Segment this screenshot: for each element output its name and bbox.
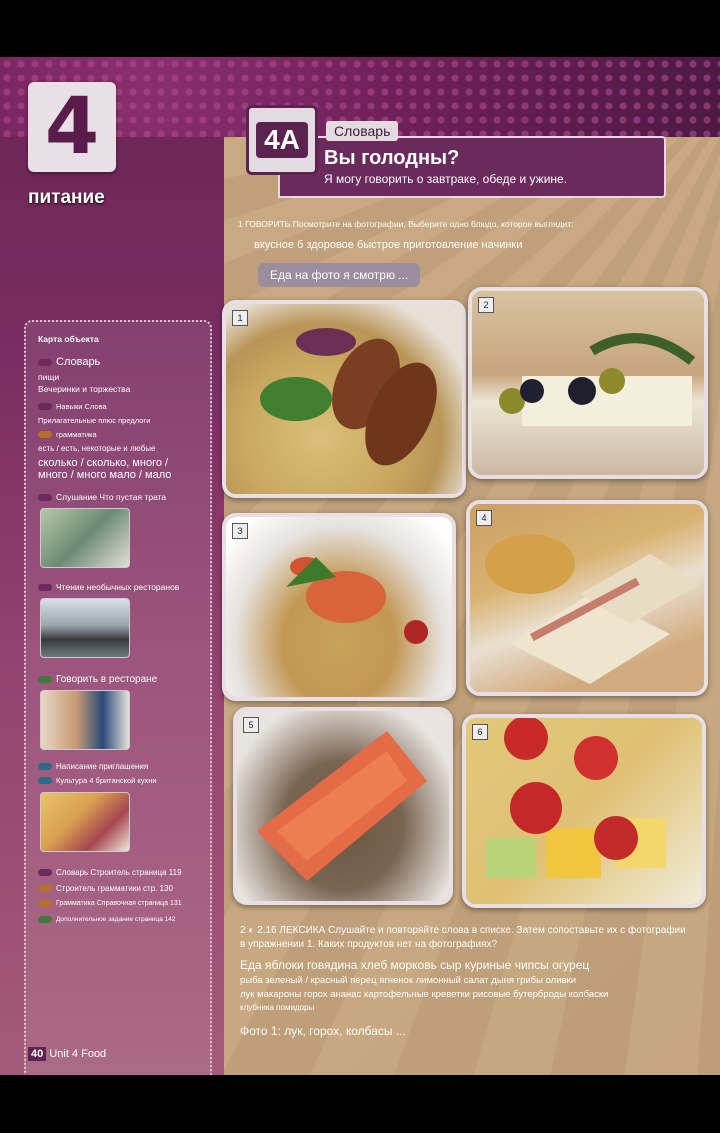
sidebar-item: сколько / сколько, много / много / много…: [38, 457, 172, 481]
unit-name: питание: [28, 187, 105, 208]
photo-number: 2: [478, 297, 494, 313]
bullet-icon: [38, 676, 52, 683]
sidebar-item: Написание приглашения: [38, 762, 148, 771]
sidebar-item: есть / есть, некоторые и любые: [38, 444, 156, 453]
photo-number: 4: [476, 510, 492, 526]
exercise2: 2 ◐ 2.16 ЛЕКСИКА Слушайте и повторяйте с…: [240, 924, 690, 1038]
thumbnail-kitchen: [40, 508, 130, 568]
exercise2-answer: Фото 1: лук, горох, колбасы ...: [240, 1024, 406, 1038]
photo-3: 3: [222, 513, 456, 701]
fruit-salad-image: [466, 718, 702, 904]
vocabulary-line: лук макароны горох ананас картофельные к…: [240, 989, 609, 1000]
speech-bubble: Еда на фото я смотрю ...: [258, 263, 421, 287]
bullet-icon: [38, 777, 52, 784]
sidebar-item-label: грамматика: [56, 430, 97, 439]
page-number: 40: [28, 1047, 47, 1061]
sidebar-item-label: Словарь Строитель страница 119: [56, 868, 182, 877]
sidebar-title: Карта объекта: [38, 334, 99, 344]
unit-map-sidebar: Карта объекта Словарь пищи Вечеринки и т…: [24, 320, 212, 1075]
lesson-code: 4A: [256, 122, 308, 158]
sausage-peas-image: [226, 304, 462, 494]
sandwich-icon: [485, 534, 700, 684]
photo-number: 5: [243, 717, 259, 733]
bullet-icon: [38, 431, 52, 438]
photo-1: 1: [222, 300, 466, 498]
bullet-icon: [38, 403, 52, 410]
sidebar-item: пищи: [38, 372, 60, 382]
sidebar-item: Говорить в ресторане: [38, 674, 157, 685]
bullet-icon: [38, 763, 52, 770]
sandwich-chips-image: [470, 504, 704, 692]
sidebar-item-label: Написание приглашения: [56, 762, 149, 771]
sidebar-item: Грамматика Справочная страница 131: [38, 900, 182, 907]
vocabulary-line: Еда яблоки говядина хлеб морковь сыр кур…: [240, 958, 590, 972]
photo-2: 2: [468, 287, 708, 479]
bullet-icon: [38, 358, 52, 366]
sidebar-item: Навыки Слова: [38, 402, 107, 411]
thumbnail-fish-chips: [40, 792, 130, 852]
page-footer: 40 Unit 4 Food: [28, 1047, 107, 1061]
sidebar-item: Словарь Строитель страница 119: [38, 868, 182, 877]
pasta-shrimp-image: [226, 517, 452, 697]
lesson-title: Вы голодны?: [324, 147, 460, 169]
sidebar-item: Дополнительное задание страница 142: [38, 916, 176, 923]
photo-number: 6: [472, 724, 488, 740]
thumbnail-restaurant: [40, 598, 130, 658]
vocabulary-line: рыба зеленый / красный перец ягненок лим…: [240, 975, 577, 986]
sidebar-item: Чтение необычных ресторанов: [38, 582, 179, 592]
lesson-subtitle: Я могу говорить о завтраке, обеде и ужин…: [324, 172, 568, 186]
thumbnail-waiter: [40, 690, 130, 750]
photo-number: 3: [232, 523, 248, 539]
sidebar-item-label: Культура 4 британской кухни: [56, 776, 157, 785]
unit-number: 4: [44, 82, 100, 172]
sidebar-item: Прилагательные плюс предлоги: [38, 416, 151, 425]
salmon-icon: [257, 731, 427, 881]
sidebar-item-label: Словарь: [56, 356, 101, 368]
sidebar-item-label: Строитель грамматики стр. 130: [56, 884, 173, 893]
bullet-icon: [38, 869, 52, 876]
sidebar-item: грамматика: [38, 430, 97, 439]
exercise1-words: вкусное б здоровое быстрое приготовление…: [254, 239, 523, 251]
bullet-icon: [38, 583, 52, 591]
sidebar-item-label: Чтение необычных ресторанов: [56, 582, 180, 592]
sidebar-item-label: Говорить в ресторане: [56, 674, 158, 685]
sidebar-item: Строитель грамматики стр. 130: [38, 884, 173, 893]
bullet-icon: [38, 916, 52, 923]
bullet-icon: [38, 900, 52, 907]
lesson-tag: Словарь: [326, 121, 399, 141]
photo-6: 6: [462, 714, 706, 908]
salmon-mushrooms-image: [237, 711, 449, 901]
shrimp-icon: [286, 557, 428, 644]
sidebar-item: Культура 4 британской кухни: [38, 776, 157, 785]
sidebar-item-label: Слушание Что пустая трата: [56, 492, 167, 502]
sidebar-item: Вечеринки и торжества: [38, 384, 131, 394]
exercise2-instruction: 2 ◐ 2.16 ЛЕКСИКА Слушайте и повторяйте с…: [240, 925, 686, 950]
sidebar-item-label: Навыки Слова: [56, 402, 107, 411]
lesson-badge: 4A: [246, 105, 318, 175]
sausage-icon: [260, 328, 437, 466]
photo-number: 1: [232, 310, 248, 326]
exercise1-instruction: 1 ГОВОРИТЬ Посмотрите на фотографии. Выб…: [238, 219, 574, 229]
sidebar-item: Словарь: [38, 356, 100, 368]
cheese-olives-image: [472, 291, 704, 475]
bullet-icon: [38, 885, 52, 892]
sidebar-item-label: Дополнительное задание страница 142: [56, 916, 176, 923]
vocabulary-line: клубника помидоры: [240, 1003, 315, 1012]
unit-number-box: 4: [28, 82, 116, 172]
textbook-page: 4 питание 4A Словарь Вы голодны? Я могу …: [0, 57, 720, 1075]
photo-4: 4: [466, 500, 708, 696]
sidebar-item: Слушание Что пустая трата: [38, 492, 166, 502]
footer-unit-label: Unit 4 Food: [49, 1048, 107, 1060]
sidebar-item-label: Грамматика Справочная страница 131: [56, 900, 182, 907]
bullet-icon: [38, 493, 52, 501]
olive-icon: [499, 333, 696, 426]
strawberry-icon: [486, 718, 666, 878]
photo-5: 5: [233, 707, 453, 905]
